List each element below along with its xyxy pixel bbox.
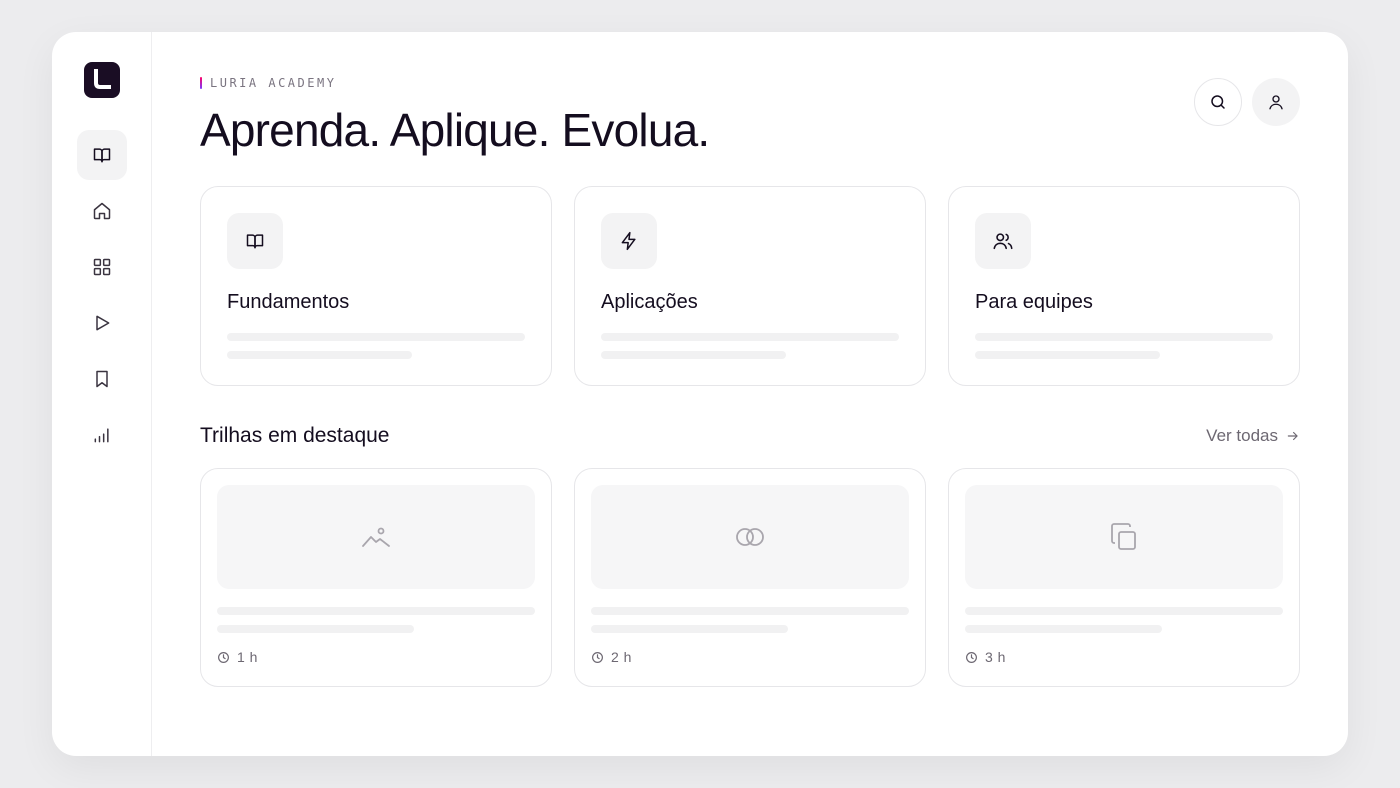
brand-logo[interactable]: [84, 62, 120, 98]
sidebar-item-stats[interactable]: [77, 410, 127, 460]
page-title: Aprenda. Aplique. Evolua.: [200, 104, 710, 156]
lightning-icon: [621, 231, 636, 251]
clock-icon: [966, 651, 977, 663]
duration-value: 3 h: [985, 649, 1006, 665]
track-card[interactable]: 3 h: [948, 468, 1300, 687]
eyebrow: LURIA ACADEMY: [200, 76, 336, 90]
rings-icon: [736, 528, 764, 546]
track-duration: 1 h: [217, 649, 258, 665]
duration-value: 1 h: [237, 649, 258, 665]
skeleton-line: [591, 625, 788, 633]
clock-icon: [218, 651, 229, 663]
grid-icon: [93, 258, 111, 276]
see-all-link[interactable]: Ver todas: [1206, 426, 1300, 446]
main-content: LURIA ACADEMY Aprenda. Aplique. Evolua. …: [200, 32, 1300, 756]
eyebrow-accent: [200, 77, 202, 89]
sidebar-item-videos[interactable]: [77, 298, 127, 348]
category-icon-box: [601, 213, 657, 269]
sidebar: [52, 32, 152, 756]
section-title: Trilhas em destaque: [200, 424, 390, 447]
image-icon: [362, 527, 390, 547]
skeleton-line: [217, 607, 535, 615]
category-card-aplicacoes[interactable]: Aplicações: [574, 186, 926, 386]
track-duration: 2 h: [591, 649, 632, 665]
track-card[interactable]: 1 h: [200, 468, 552, 687]
copy-icon: [1111, 523, 1136, 550]
duration-value: 2 h: [611, 649, 632, 665]
see-all-label: Ver todas: [1206, 426, 1278, 445]
skeleton-line: [227, 333, 525, 341]
play-icon: [96, 315, 110, 331]
search-icon: [1211, 95, 1225, 109]
skeleton-line: [601, 351, 786, 359]
profile-button[interactable]: [1252, 78, 1300, 126]
skeleton-line: [227, 351, 412, 359]
arrow-right-icon: [1287, 431, 1298, 441]
users-icon: [993, 233, 1013, 250]
clock-icon: [592, 651, 603, 663]
book-open-icon: [246, 234, 264, 249]
user-icon: [1269, 95, 1283, 110]
sidebar-item-catalog[interactable]: [77, 242, 127, 292]
track-duration: 3 h: [965, 649, 1006, 665]
sidebar-item-saved[interactable]: [77, 354, 127, 404]
category-title: Aplicações: [601, 291, 698, 313]
skeleton-line: [975, 333, 1273, 341]
eyebrow-label: LURIA ACADEMY: [210, 76, 337, 90]
category-card-fundamentos[interactable]: Fundamentos: [200, 186, 552, 386]
home-icon: [93, 202, 111, 220]
logo-mark-icon: [94, 69, 111, 89]
bar-chart-icon: [94, 428, 109, 443]
sidebar-item-home[interactable]: [77, 186, 127, 236]
category-icon-box: [227, 213, 283, 269]
skeleton-line: [965, 607, 1283, 615]
track-thumbnail: [965, 485, 1283, 589]
skeleton-line: [591, 607, 909, 615]
category-icon-box: [975, 213, 1031, 269]
app-window: LURIA ACADEMY Aprenda. Aplique. Evolua. …: [52, 32, 1348, 756]
sidebar-item-library[interactable]: [77, 130, 127, 180]
category-card-para-equipes[interactable]: Para equipes: [948, 186, 1300, 386]
bookmark-icon: [96, 370, 108, 388]
track-card[interactable]: 2 h: [574, 468, 926, 687]
search-button[interactable]: [1194, 78, 1242, 126]
skeleton-line: [601, 333, 899, 341]
book-open-icon: [93, 148, 111, 163]
track-thumbnail: [217, 485, 535, 589]
skeleton-line: [217, 625, 414, 633]
category-title: Fundamentos: [227, 291, 350, 313]
skeleton-line: [965, 625, 1162, 633]
category-title: Para equipes: [975, 291, 1093, 313]
skeleton-line: [975, 351, 1160, 359]
track-thumbnail: [591, 485, 909, 589]
